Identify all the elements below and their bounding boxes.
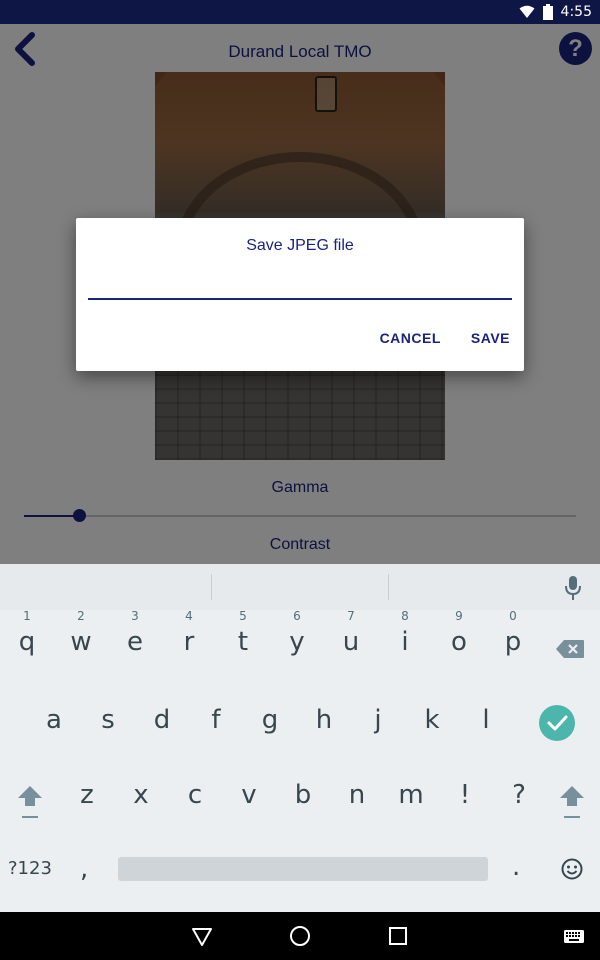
key-p[interactable]: 0p	[486, 609, 540, 669]
key-o[interactable]: 9o	[432, 609, 486, 669]
recents-square-icon[interactable]	[386, 924, 410, 948]
key-label: l	[482, 705, 490, 735]
key-b[interactable]: b	[276, 766, 330, 826]
soft-keyboard: 1q2w3e4r5t6y7u8i9o0p asdfghjkl z x c v b n m!?…	[0, 564, 600, 912]
comma-key[interactable]: ,	[80, 854, 88, 884]
key-label: a	[46, 705, 62, 735]
key-label: x	[133, 780, 149, 810]
key-hint: 5	[239, 609, 247, 623]
status-bar: 4:55	[0, 0, 600, 24]
key-label: w	[70, 627, 92, 657]
key-w[interactable]: 2w	[54, 609, 108, 669]
key-label: p	[504, 627, 522, 657]
key-j[interactable]: j	[351, 691, 405, 751]
key-label: r	[183, 627, 195, 657]
navigation-bar	[0, 912, 600, 960]
suggestion-divider	[211, 574, 212, 600]
backspace-icon[interactable]	[555, 639, 585, 659]
key-r[interactable]: 4r	[162, 609, 216, 669]
dialog-title: Save JPEG file	[246, 237, 354, 254]
key-label: g	[261, 705, 279, 735]
key-label: j	[374, 705, 382, 735]
enter-key[interactable]	[539, 705, 575, 741]
key-a[interactable]: a	[27, 691, 81, 751]
space-bar[interactable]	[118, 857, 488, 881]
key-d[interactable]: d	[135, 691, 189, 751]
key-label: c	[187, 780, 203, 810]
dialog-actions: CANCEL SAVE	[380, 330, 510, 346]
key-u[interactable]: 7u	[324, 609, 378, 669]
microphone-icon[interactable]	[563, 575, 583, 601]
shift-icon[interactable]	[16, 784, 44, 820]
key-m[interactable]: m	[384, 766, 438, 826]
key-h[interactable]: h	[297, 691, 351, 751]
key-hint: 4	[185, 609, 193, 623]
key-hint: 7	[347, 609, 355, 623]
key-q[interactable]: 1q	[0, 609, 54, 669]
save-button[interactable]: SAVE	[471, 330, 510, 346]
key-l[interactable]: l	[459, 691, 513, 751]
key-exclamation[interactable]: !	[438, 766, 492, 826]
period-key[interactable]: .	[512, 852, 520, 882]
key-label: s	[101, 705, 115, 735]
status-icons: 4:55	[519, 0, 592, 24]
back-triangle-icon[interactable]	[190, 924, 214, 948]
key-label: u	[342, 627, 360, 657]
check-icon	[547, 715, 568, 731]
key-label: v	[241, 780, 257, 810]
shift-icon[interactable]	[558, 784, 586, 820]
key-label: z	[80, 780, 94, 810]
key-label: k	[424, 705, 440, 735]
home-circle-icon[interactable]	[288, 924, 312, 948]
key-g[interactable]: g	[243, 691, 297, 751]
key-f[interactable]: f	[189, 691, 243, 751]
key-n[interactable]: n	[330, 766, 384, 826]
wifi-icon	[519, 5, 535, 18]
battery-icon	[542, 4, 553, 20]
key-label: n	[348, 780, 366, 810]
key-k[interactable]: k	[405, 691, 459, 751]
symbols-key[interactable]: ?123	[8, 858, 52, 879]
emoji-icon[interactable]	[561, 858, 583, 880]
key-x[interactable]: x	[114, 766, 168, 826]
key-y[interactable]: 6y	[270, 609, 324, 669]
key-label: d	[153, 705, 171, 735]
suggestion-bar	[0, 564, 600, 610]
key-label: !	[459, 780, 471, 810]
key-s[interactable]: s	[81, 691, 135, 751]
filename-input[interactable]	[88, 264, 512, 300]
key-label: y	[289, 627, 305, 657]
key-question[interactable]: ?	[492, 766, 546, 826]
status-time: 4:55	[560, 4, 592, 20]
key-label: t	[237, 627, 249, 657]
key-hint: 2	[77, 609, 85, 623]
cancel-button[interactable]: CANCEL	[380, 330, 441, 346]
key-label: m	[398, 780, 424, 810]
key-hint: 8	[401, 609, 409, 623]
key-label: o	[451, 627, 467, 657]
key-label: b	[294, 780, 312, 810]
key-e[interactable]: 3e	[108, 609, 162, 669]
key-i[interactable]: 8i	[378, 609, 432, 669]
suggestion-divider	[388, 574, 389, 600]
key-label: i	[401, 627, 409, 657]
key-t[interactable]: 5t	[216, 609, 270, 669]
key-label: e	[127, 627, 143, 657]
key-c[interactable]: c	[168, 766, 222, 826]
key-hint: 9	[455, 609, 463, 623]
key-label: ?	[512, 780, 526, 810]
key-label: q	[18, 627, 36, 657]
key-label: h	[315, 705, 333, 735]
key-hint: 1	[23, 609, 31, 623]
keyboard-switch-icon[interactable]	[562, 924, 586, 948]
key-v[interactable]: v	[222, 766, 276, 826]
key-hint: 0	[509, 609, 517, 623]
save-dialog: Save JPEG file CANCEL SAVE	[76, 218, 524, 371]
key-hint: 6	[293, 609, 301, 623]
key-z[interactable]: z	[60, 766, 114, 826]
key-hint: 3	[131, 609, 139, 623]
key-label: f	[211, 705, 221, 735]
